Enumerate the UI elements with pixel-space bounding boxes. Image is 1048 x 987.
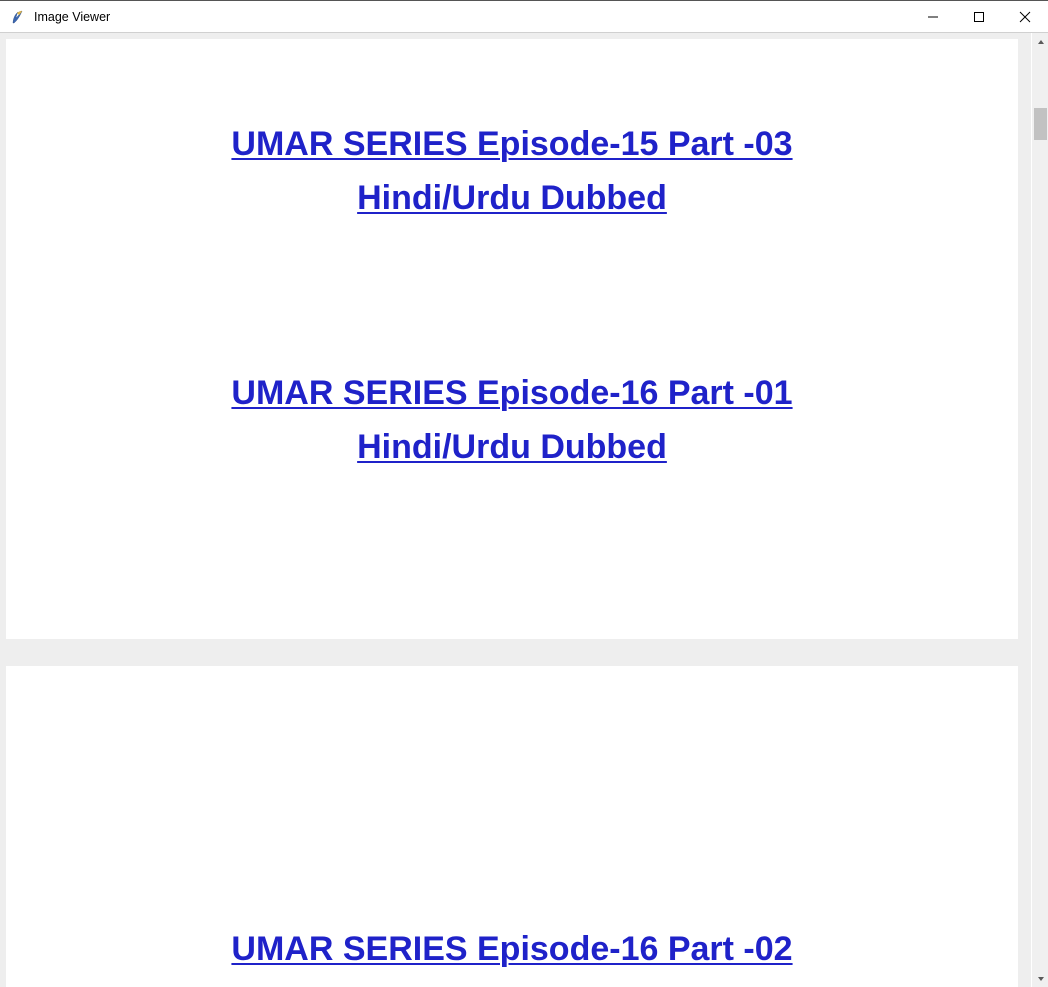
content-card: UMAR SERIES Episode-15 Part -03 Hindi/Ur… bbox=[6, 39, 1018, 639]
episode-link-line2: Hindi/Urdu Dubbed bbox=[357, 428, 667, 466]
tk-feather-icon bbox=[10, 10, 24, 24]
app-icon bbox=[0, 10, 34, 24]
scroll-down-button[interactable] bbox=[1032, 970, 1048, 987]
maximize-button[interactable] bbox=[956, 1, 1002, 33]
episode-link-line1: UMAR SERIES Episode-15 Part -03 bbox=[231, 125, 792, 163]
content-viewport: UMAR SERIES Episode-15 Part -03 Hindi/Ur… bbox=[0, 33, 1031, 987]
card-gap bbox=[6, 639, 1018, 666]
episode-link[interactable]: UMAR SERIES Episode-15 Part -03 Hindi/Ur… bbox=[231, 117, 792, 226]
close-button[interactable] bbox=[1002, 1, 1048, 33]
episode-link-line1: UMAR SERIES Episode-16 Part -01 bbox=[231, 374, 792, 412]
minimize-button[interactable] bbox=[910, 1, 956, 33]
episode-link-line1: UMAR SERIES Episode-16 Part -02 bbox=[231, 930, 792, 968]
episode-link-block: UMAR SERIES Episode-16 Part -01 Hindi/Ur… bbox=[6, 348, 1018, 491]
episode-link[interactable]: UMAR SERIES Episode-16 Part -01 Hindi/Ur… bbox=[231, 366, 792, 475]
window-title: Image Viewer bbox=[34, 10, 110, 24]
episode-link-line2: Hindi/Urdu Dubbed bbox=[357, 179, 667, 217]
title-bar: Image Viewer bbox=[0, 0, 1048, 33]
scroll-up-button[interactable] bbox=[1032, 33, 1048, 50]
episode-link-block: UMAR SERIES Episode-15 Part -03 Hindi/Ur… bbox=[6, 99, 1018, 242]
client-area: UMAR SERIES Episode-15 Part -03 Hindi/Ur… bbox=[0, 33, 1048, 987]
episode-link-block: UMAR SERIES Episode-16 Part -02 Hindi/Ur… bbox=[6, 904, 1018, 987]
episode-link[interactable]: UMAR SERIES Episode-16 Part -02 Hindi/Ur… bbox=[231, 922, 792, 987]
scrollbar-thumb[interactable] bbox=[1034, 108, 1047, 140]
vertical-scrollbar[interactable] bbox=[1031, 33, 1048, 987]
content-card: UMAR SERIES Episode-16 Part -02 Hindi/Ur… bbox=[6, 666, 1018, 987]
